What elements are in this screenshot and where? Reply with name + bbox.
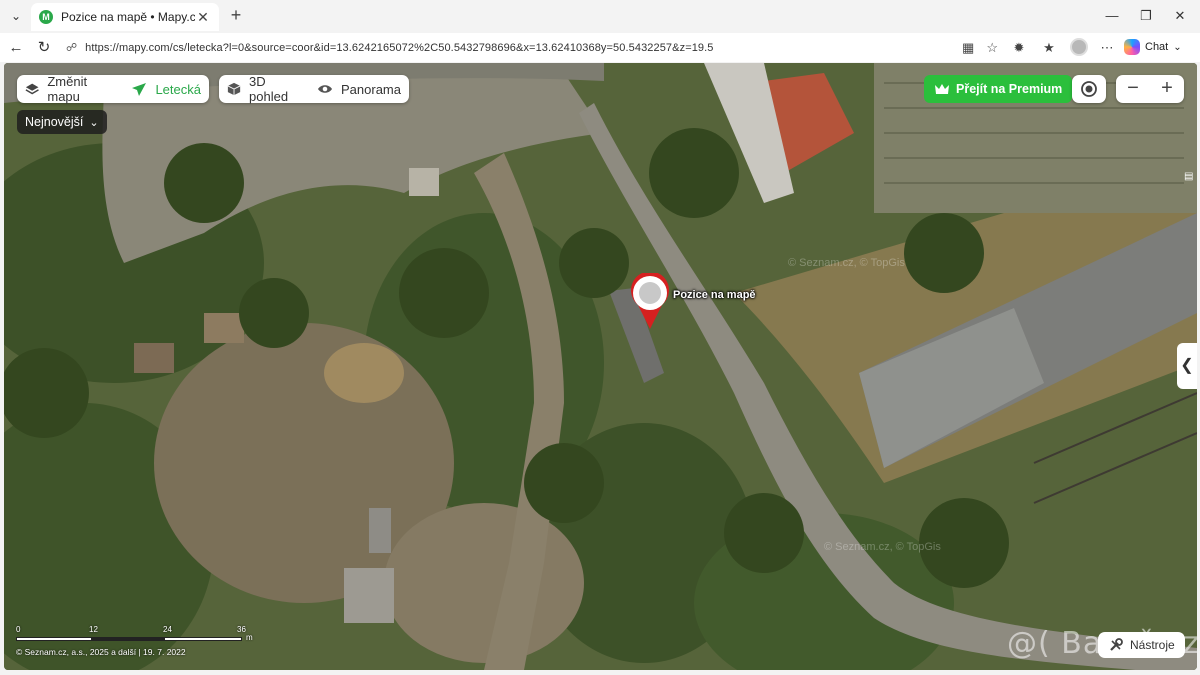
scale-tick: 0 (16, 625, 21, 634)
aerial-layer-label: Letecká (155, 81, 201, 97)
chevron-down-icon: ⌄ (89, 116, 99, 129)
3d-view-label: 3D pohled (249, 74, 289, 104)
premium-button[interactable]: Přejít na Premium (924, 75, 1073, 103)
aerial-layer-button[interactable]: Letecká (123, 75, 209, 103)
tools-icon (1110, 638, 1123, 651)
eye-icon (318, 85, 333, 93)
aerial-map[interactable]: Změnit mapu Letecká 3D pohled Panorama N… (4, 63, 1197, 670)
more-icon[interactable]: ⋯ (1096, 37, 1118, 59)
premium-label: Přejít na Premium (956, 82, 1063, 96)
scale-tick: 12 (89, 625, 98, 634)
map-scale: 0 12 24 36 m (16, 625, 256, 647)
scale-bar (16, 637, 242, 641)
copilot-chat-button[interactable]: Chat ⌄ (1124, 36, 1182, 58)
chart-icon[interactable]: ▤ (1184, 171, 1197, 185)
window-close-icon[interactable]: ✕ (1170, 6, 1190, 26)
reload-icon[interactable]: ↻ (33, 37, 55, 59)
close-icon[interactable]: ✕ (195, 9, 211, 26)
copilot-icon (1124, 39, 1140, 55)
pin-label: Pozice na mapě (673, 289, 756, 301)
chevron-down-icon: ⌄ (1173, 41, 1182, 53)
panorama-button[interactable]: Panorama (309, 75, 409, 103)
scale-unit: m (246, 633, 253, 642)
location-pin-icon[interactable] (630, 273, 670, 331)
tab-list-icon[interactable]: ⌄ (6, 6, 26, 26)
extensions-icon[interactable]: ✹ (1008, 37, 1030, 59)
imagery-date-select[interactable]: Nejnovější ⌄ (17, 110, 107, 134)
change-map-label: Změnit mapu (47, 74, 88, 104)
app-available-icon[interactable]: ▦ (962, 40, 974, 56)
layer-switcher: Změnit mapu Letecká (17, 74, 209, 104)
url-bar[interactable]: ☍ https://mapy.com/cs/letecka?l=0&source… (58, 35, 1006, 60)
minimize-icon[interactable]: — (1102, 6, 1122, 26)
scale-tick: 24 (163, 625, 172, 634)
airplane-icon (132, 83, 147, 96)
map-watermark: © Seznam.cz, © TopGis (824, 541, 941, 553)
site-info-icon[interactable]: ☍ (66, 41, 77, 54)
aerial-imagery (4, 63, 1197, 670)
mapy-favicon-icon: M (39, 10, 53, 24)
zoom-in-icon[interactable]: + (1150, 75, 1184, 103)
chat-label: Chat (1145, 41, 1169, 53)
maximize-icon[interactable]: ❐ (1136, 6, 1156, 26)
view-mode-group: 3D pohled Panorama (219, 74, 409, 104)
change-map-button[interactable]: Změnit mapu (17, 74, 123, 104)
address-toolbar: ← ↻ ☍ https://mapy.com/cs/letecka?l=0&so… (0, 33, 1200, 62)
map-copyright[interactable]: © Seznam.cz, a.s., 2025 a další | 19. 7.… (16, 647, 186, 657)
panorama-label: Panorama (341, 81, 401, 97)
back-icon[interactable]: ← (5, 37, 27, 59)
zoom-control: − + (1116, 75, 1184, 103)
cube-icon (227, 82, 241, 96)
scale-tick: 36 (237, 625, 246, 634)
tools-label: Nástroje (1130, 638, 1175, 652)
layers-icon (25, 83, 39, 95)
new-tab-icon[interactable]: + (226, 6, 246, 26)
url-text[interactable]: https://mapy.com/cs/letecka?l=0&source=c… (85, 42, 962, 54)
imagery-date-value: Nejnovější (25, 115, 84, 129)
favorites-list-icon[interactable]: ★ (1038, 37, 1060, 59)
tools-button[interactable]: Nástroje (1098, 632, 1185, 658)
3d-view-button[interactable]: 3D pohled (219, 74, 309, 104)
zoom-out-icon[interactable]: − (1116, 75, 1150, 103)
tab-title: Pozice na mapě • Mapy.com (61, 10, 195, 24)
browser-tab[interactable]: M Pozice na mapě • Mapy.com ✕ (31, 3, 219, 31)
browser-tab-bar: ⌄ M Pozice na mapě • Mapy.com ✕ + — ❐ ✕ (0, 0, 1200, 33)
profile-avatar[interactable] (1070, 38, 1088, 56)
favorite-icon[interactable]: ☆ (986, 40, 998, 56)
my-location-button[interactable] (1072, 75, 1106, 103)
map-watermark: © Seznam.cz, © TopGis (788, 257, 905, 269)
panel-toggle-chevron-left-icon[interactable]: ❮ (1177, 343, 1197, 389)
crown-icon (935, 84, 949, 94)
location-target-icon (1081, 81, 1097, 97)
